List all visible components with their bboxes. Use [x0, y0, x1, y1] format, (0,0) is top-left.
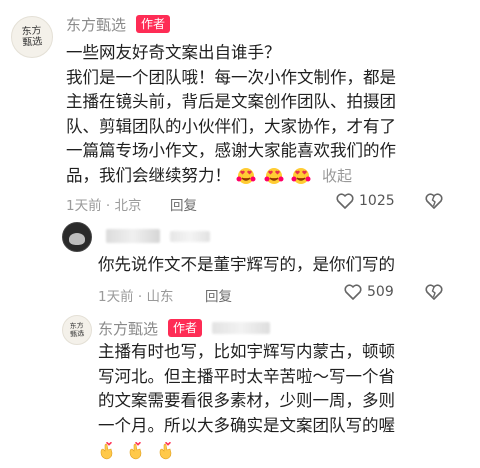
- reply-target-blurred: [212, 322, 270, 334]
- heart-eyes-emoji-icon: [236, 166, 256, 184]
- comment-line: 一个月。所以大多确实是文案团队写的喔: [98, 415, 395, 435]
- dislike-button[interactable]: [424, 192, 444, 214]
- avatar-logo-text: 东方 甄选: [69, 321, 85, 339]
- heart-eyes-emoji-icon: [264, 166, 284, 184]
- author-badge: 作者: [168, 319, 203, 337]
- finger-heart-icon: [98, 441, 114, 460]
- comment-line-last: 品，我们会继续努力！ 收起: [66, 164, 476, 189]
- avatar-logo-text: 东方 甄选: [21, 25, 43, 49]
- reply-text: 你先说作文不是董宇辉写的，是你们写的: [98, 255, 395, 274]
- broken-heart-icon: [424, 192, 444, 210]
- dislike-button[interactable]: [424, 283, 444, 305]
- broken-heart-icon: [424, 283, 444, 301]
- comment-line: 队、剪辑团队的小伙伴们，大家协作，才有了: [66, 116, 396, 136]
- comment-line: 主播有时也写，比如宇辉写内蒙古，顿顿: [98, 342, 395, 361]
- comment-line: 品，我们会继续努力！: [66, 165, 231, 185]
- comment-line: 主播在镜头前，背后是文案创作团队、拍摄团: [66, 92, 396, 111]
- heart-outline-icon: [343, 283, 363, 301]
- reply-button[interactable]: 回复: [205, 285, 232, 305]
- comment-body: 一些网友好奇文案出自谁手？ 我们是一个团队哦！每一次小作文制作，都是 主播在镜头…: [66, 41, 476, 188]
- reply-time-location: 1天前 · 山东: [98, 289, 174, 305]
- replier-meta-blurred: [170, 231, 210, 242]
- author-username[interactable]: 东方甄选: [66, 14, 126, 35]
- heart-outline-icon: [335, 192, 355, 210]
- comment-line: 的文案需要看很多素材，少则一周，多则: [98, 391, 395, 410]
- comment-line: 一篇篇专场小作文，感谢大家能喜欢我们的作: [66, 141, 396, 160]
- collapse-button[interactable]: 收起: [322, 167, 352, 185]
- replier-username-blurred[interactable]: [106, 229, 160, 243]
- reply-button[interactable]: 回复: [170, 194, 197, 214]
- comment-line: 我们是一个团队哦！每一次小作文制作，都是: [66, 67, 396, 87]
- comment-line: 一些网友好奇文案出自谁手？: [66, 43, 281, 62]
- like-count: 509: [367, 284, 394, 300]
- comment-time-location: 1天前 · 北京: [66, 198, 142, 214]
- like-button[interactable]: 1025: [335, 192, 395, 210]
- author-reply-body: 主播有时也写，比如宇辉写内蒙古，顿顿 写河北。但主播平时太辛苦啦～写一个省 的文…: [98, 340, 478, 465]
- heart-eyes-emoji-icon: [291, 166, 311, 184]
- author-avatar[interactable]: 东方 甄选: [11, 16, 53, 58]
- replier-avatar[interactable]: [62, 222, 92, 252]
- avatar-image: [69, 233, 85, 245]
- like-count: 1025: [359, 193, 395, 209]
- author-username[interactable]: 东方甄选: [98, 318, 158, 339]
- like-button[interactable]: 509: [343, 283, 394, 301]
- finger-heart-icon: [157, 441, 173, 460]
- author-avatar[interactable]: 东方 甄选: [62, 315, 92, 345]
- comment-line: 写河北。但主播平时太辛苦啦～写一个省: [98, 366, 395, 386]
- author-badge: 作者: [136, 15, 171, 33]
- finger-heart-emoji-row: [98, 440, 478, 465]
- finger-heart-icon: [127, 441, 143, 460]
